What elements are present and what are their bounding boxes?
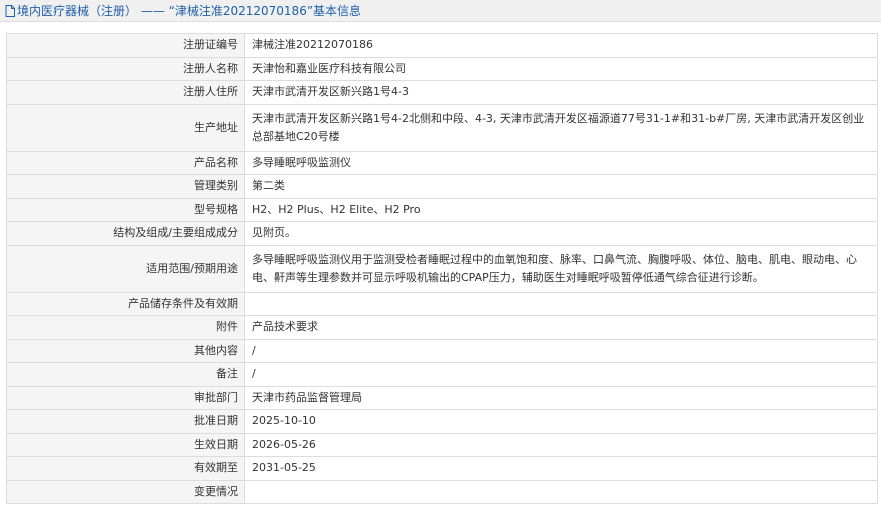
- row-label: 附件: [6, 315, 245, 340]
- table-row: 产品名称 多导睡眠呼吸监测仪: [6, 150, 878, 175]
- row-label: 变更情况: [6, 479, 245, 504]
- row-label: 结构及组成/主要组成成分: [6, 221, 245, 246]
- row-value: 第二类: [244, 174, 878, 199]
- table-row: 附件 产品技术要求: [6, 315, 878, 340]
- table-row: 产品储存条件及有效期: [6, 291, 878, 316]
- row-label: 注册证编号: [6, 33, 245, 58]
- page-header: 境内医疗器械（注册） —— “津械注准20212070186”基本信息: [0, 0, 881, 22]
- row-label: 产品名称: [6, 150, 245, 175]
- row-value: [244, 291, 878, 316]
- row-label: 适用范围/预期用途: [6, 244, 245, 293]
- row-value: 2026-05-26: [244, 432, 878, 457]
- row-value: 天津市药品监督管理局: [244, 385, 878, 410]
- table-row: 有效期至 2031-05-25: [6, 456, 878, 481]
- row-label: 型号规格: [6, 197, 245, 222]
- row-value: 见附页。: [244, 221, 878, 246]
- row-label: 生产地址: [6, 103, 245, 152]
- row-value: 2025-10-10: [244, 409, 878, 434]
- row-value: H2、H2 Plus、H2 Elite、H2 Pro: [244, 197, 878, 222]
- table-row: 备注 /: [6, 362, 878, 387]
- row-value: 天津市武清开发区新兴路1号4-3: [244, 80, 878, 105]
- table-row: 批准日期 2025-10-10: [6, 409, 878, 434]
- table-row: 结构及组成/主要组成成分 见附页。: [6, 221, 878, 246]
- table-row: 管理类别 第二类: [6, 174, 878, 199]
- row-label: 产品储存条件及有效期: [6, 291, 245, 316]
- table-row: 型号规格 H2、H2 Plus、H2 Elite、H2 Pro: [6, 197, 878, 222]
- row-value: 产品技术要求: [244, 315, 878, 340]
- row-value: /: [244, 338, 878, 363]
- table-row: 注册证编号 津械注准20212070186: [6, 33, 878, 58]
- detail-table: 注册证编号 津械注准20212070186 注册人名称 天津怡和嘉业医疗科技有限…: [6, 33, 878, 504]
- table-row: 生产地址 天津市武清开发区新兴路1号4-2北侧和中段、4-3, 天津市武清开发区…: [6, 103, 878, 152]
- table-row: 审批部门 天津市药品监督管理局: [6, 385, 878, 410]
- table-row: 生效日期 2026-05-26: [6, 432, 878, 457]
- row-value: /: [244, 362, 878, 387]
- row-value: 津械注准20212070186: [244, 33, 878, 58]
- row-label: 注册人住所: [6, 80, 245, 105]
- row-value: 天津怡和嘉业医疗科技有限公司: [244, 56, 878, 81]
- row-value: 天津市武清开发区新兴路1号4-2北侧和中段、4-3, 天津市武清开发区福源道77…: [244, 103, 878, 152]
- row-label: 其他内容: [6, 338, 245, 363]
- row-value: 多导睡眠呼吸监测仪用于监测受检者睡眠过程中的血氧饱和度、脉率、口鼻气流、胸腹呼吸…: [244, 244, 878, 293]
- row-value: [244, 479, 878, 504]
- table-row: 其他内容 /: [6, 338, 878, 363]
- table-row: 注册人名称 天津怡和嘉业医疗科技有限公司: [6, 56, 878, 81]
- row-label: 注册人名称: [6, 56, 245, 81]
- table-row: 注册人住所 天津市武清开发区新兴路1号4-3: [6, 80, 878, 105]
- table-row: 适用范围/预期用途 多导睡眠呼吸监测仪用于监测受检者睡眠过程中的血氧饱和度、脉率…: [6, 244, 878, 293]
- row-label: 管理类别: [6, 174, 245, 199]
- table-row: 变更情况: [6, 479, 878, 504]
- page-title: 境内医疗器械（注册） —— “津械注准20212070186”基本信息: [17, 4, 362, 18]
- document-icon: [5, 4, 15, 17]
- row-value: 2031-05-25: [244, 456, 878, 481]
- row-value: 多导睡眠呼吸监测仪: [244, 150, 878, 175]
- row-label: 有效期至: [6, 456, 245, 481]
- row-label: 生效日期: [6, 432, 245, 457]
- row-label: 审批部门: [6, 385, 245, 410]
- row-label: 批准日期: [6, 409, 245, 434]
- row-label: 备注: [6, 362, 245, 387]
